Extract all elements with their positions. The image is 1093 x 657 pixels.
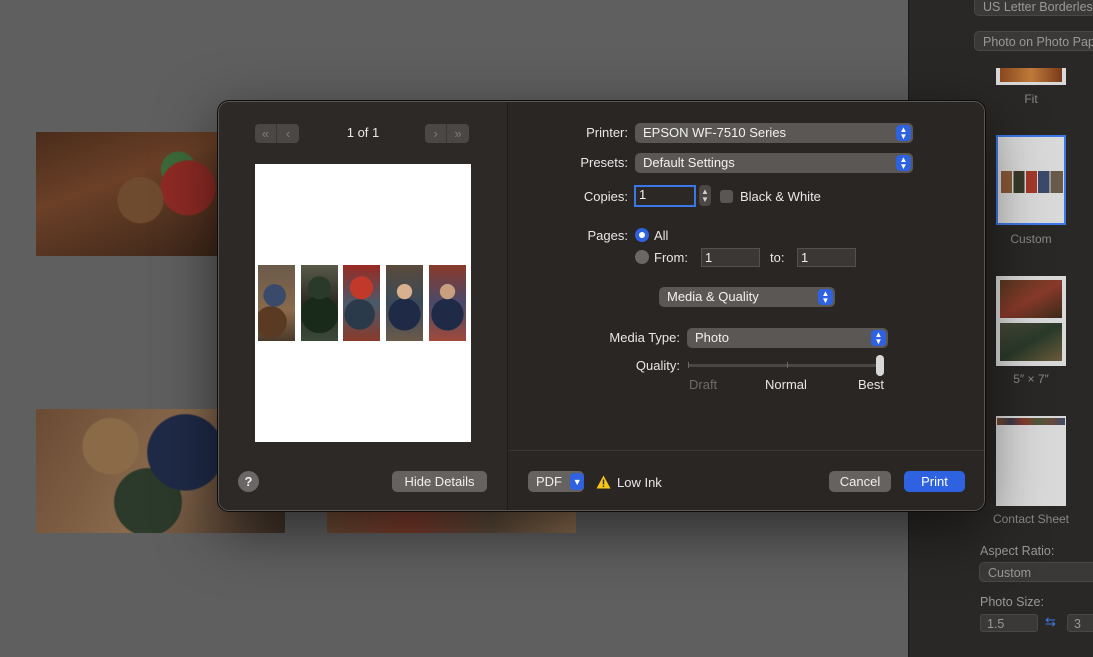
presets-value: Default Settings — [643, 155, 735, 170]
low-ink-warning[interactable]: Low Ink — [617, 475, 662, 490]
pages-range-radio[interactable] — [635, 250, 649, 264]
quality-level-best: Best — [858, 377, 885, 392]
print-dialog: « ‹ 1 of 1 › » ? Hide Details Printer: E… — [218, 101, 985, 511]
layout-thumb-fit[interactable] — [996, 68, 1066, 85]
pages-label: Pages: — [587, 228, 628, 243]
layout-caption-contact-sheet: Contact Sheet — [992, 512, 1070, 526]
copies-label: Copies: — [583, 189, 628, 204]
section-popup[interactable]: Media & Quality ▲ ▼ — [659, 287, 835, 307]
print-button[interactable]: Print — [904, 471, 965, 492]
chevron-down-icon: ▼ — [570, 473, 584, 490]
pages-to-label: to: — [770, 250, 785, 265]
pages-from-field[interactable]: 1 — [701, 248, 760, 267]
warning-icon — [596, 475, 611, 489]
help-button[interactable]: ? — [238, 471, 259, 492]
previous-page-button[interactable]: ‹ — [277, 124, 299, 143]
swap-dimensions-icon[interactable]: ⇆ — [1045, 614, 1056, 630]
popup-arrows-icon: ▲ ▼ — [818, 289, 833, 305]
paper-size-popup[interactable]: US Letter Borderless — [974, 0, 1093, 16]
aspect-ratio-label: Aspect Ratio: — [980, 544, 1055, 558]
copies-field[interactable]: 1 — [634, 185, 696, 207]
background-photo[interactable] — [327, 509, 576, 533]
quality-slider[interactable] — [688, 364, 884, 367]
page-indicator: 1 of 1 — [346, 125, 380, 140]
print-type-popup[interactable]: Photo on Photo Paper — [974, 31, 1093, 51]
preview-pane: « ‹ 1 of 1 › » ? Hide Details — [219, 102, 508, 510]
pages-all-radio[interactable] — [635, 228, 649, 242]
preview-photo — [258, 265, 295, 341]
cancel-button[interactable]: Cancel — [829, 471, 891, 492]
photo-width-field[interactable]: 1.5 — [980, 614, 1038, 632]
quality-level-draft: Draft — [689, 377, 718, 392]
footer-divider — [508, 450, 984, 451]
page-nav-back: « ‹ — [255, 124, 299, 143]
quality-slider-knob[interactable] — [876, 355, 884, 376]
printer-label: Printer: — [586, 125, 628, 140]
pdf-label: PDF — [536, 474, 562, 489]
pages-all-label: All — [654, 228, 669, 243]
printer-popup[interactable]: EPSON WF-7510 Series ▲ ▼ — [635, 123, 913, 143]
layout-thumb-custom[interactable] — [996, 135, 1066, 225]
settings-pane: Printer: EPSON WF-7510 Series ▲ ▼ Presets… — [508, 102, 984, 510]
preview-photo — [301, 265, 338, 341]
page-preview — [255, 164, 471, 442]
black-white-checkbox[interactable] — [720, 190, 733, 203]
layout-caption-custom: Custom — [1010, 232, 1052, 246]
black-white-label: Black & White — [740, 189, 821, 204]
layout-caption-fit: Fit — [1024, 92, 1038, 106]
presets-label: Presets: — [580, 155, 628, 170]
popup-arrows-icon: ▲ ▼ — [896, 155, 911, 171]
section-popup-value: Media & Quality — [667, 289, 759, 304]
last-page-button[interactable]: » — [447, 124, 469, 143]
preview-photo — [386, 265, 423, 341]
presets-popup[interactable]: Default Settings ▲ ▼ — [635, 153, 913, 173]
aspect-ratio-popup[interactable]: Custom — [979, 562, 1093, 582]
first-page-button[interactable]: « — [255, 124, 277, 143]
layout-thumb-5x7[interactable] — [996, 276, 1066, 366]
photo-height-field[interactable]: 3 — [1067, 614, 1093, 632]
layout-caption-5x7: 5″ × 7″ — [1013, 372, 1049, 386]
pages-to-field[interactable]: 1 — [797, 248, 856, 267]
hide-details-button[interactable]: Hide Details — [392, 471, 487, 492]
background-photo[interactable] — [36, 132, 226, 256]
layout-thumb-contact-sheet[interactable] — [996, 416, 1066, 506]
quality-tick — [688, 362, 689, 368]
page-nav-forward: › » — [425, 124, 469, 143]
popup-arrows-icon: ▲ ▼ — [871, 330, 886, 346]
media-type-popup[interactable]: Photo ▲ ▼ — [687, 328, 888, 348]
media-type-value: Photo — [695, 330, 729, 345]
quality-tick — [787, 362, 788, 368]
copies-stepper[interactable]: ▲ ▼ — [699, 185, 711, 206]
quality-label: Quality: — [635, 358, 680, 373]
popup-arrows-icon: ▲ ▼ — [896, 125, 911, 141]
printer-value: EPSON WF-7510 Series — [643, 125, 787, 140]
preview-photo — [429, 265, 466, 341]
next-page-button[interactable]: › — [425, 124, 447, 143]
media-type-label: Media Type: — [609, 330, 680, 345]
pages-from-label: From: — [654, 250, 688, 265]
pdf-menu-button[interactable]: PDF ▼ — [528, 471, 584, 492]
photo-size-label: Photo Size: — [980, 595, 1044, 609]
quality-level-normal: Normal — [765, 377, 807, 392]
preview-photo — [343, 265, 380, 341]
